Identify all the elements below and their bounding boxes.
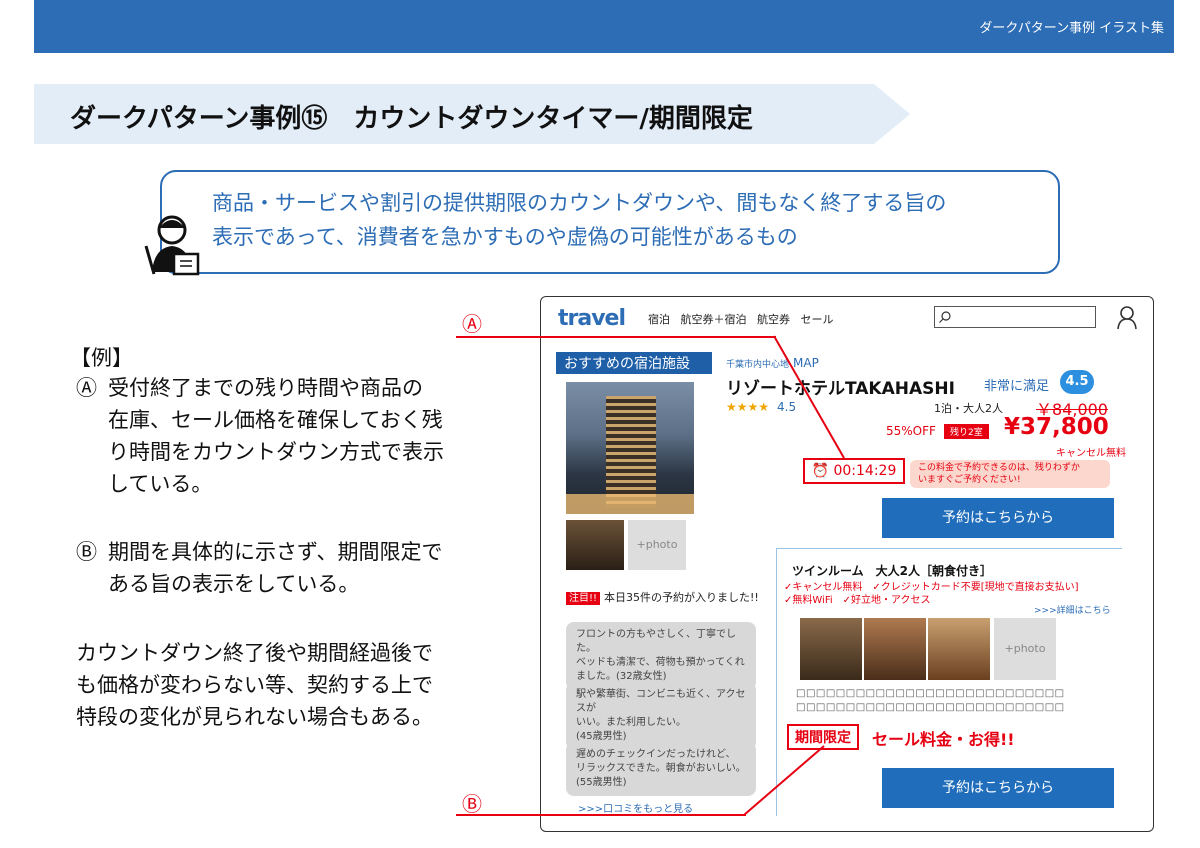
room-photo[interactable]: [800, 618, 862, 680]
user-icon[interactable]: [1116, 304, 1138, 330]
notice-text: 本日35件の予約が入りました!!: [604, 591, 759, 604]
page-title: ダークパターン事例⑮ カウントダウンタイマー/期間限定: [70, 104, 753, 134]
review-card: 駅や繁華街、コンビニも近く、アクセスが いい。また利用したい。 (45歳男性): [566, 682, 756, 750]
definition-line: 商品・サービスや割引の提供期限のカウントダウンや、間もなく終了する旨の: [212, 191, 947, 215]
note-line: も価格が変わらない等、契約する上で: [76, 673, 433, 697]
nav-item[interactable]: 宿泊: [648, 313, 670, 326]
example-line: 受付終了までの残り時間や商品の: [108, 376, 423, 400]
callout-b-label: Ⓑ: [462, 792, 482, 816]
booking-notice: 注目!! 本日35件の予約が入りました!!: [566, 589, 759, 605]
example-line: り時間をカウントダウン方式で表示: [108, 440, 444, 464]
review-line: いい。また利用したい。: [576, 717, 686, 728]
title-arrow: [874, 84, 910, 144]
stars-icon: ★★★★: [726, 400, 770, 414]
notice-badge: 注目!!: [566, 592, 601, 605]
review-line: 遅めのチェックインだったけれど、: [576, 749, 736, 760]
sale-text: セール料金・お得!!: [872, 730, 1015, 749]
hotel-photo[interactable]: [566, 382, 694, 514]
guests-info: 1泊・大人2人: [934, 402, 1003, 415]
recommended-tag: おすすめの宿泊施設: [556, 352, 712, 374]
urgency-line: この料金で予約できるのは、残りわずか: [918, 463, 1080, 473]
callout-a-label: Ⓐ: [462, 312, 482, 336]
room-features: ✓無料WiFi ✓好立地・アクセス: [784, 595, 931, 606]
urgency-line: いますぐご予約ください!: [918, 475, 1021, 485]
satisfaction-label: 非常に満足: [984, 379, 1050, 394]
review-line: 駅や繁華街、コンビニも近く、アクセスが: [576, 689, 746, 714]
nav-item[interactable]: セール: [801, 313, 834, 326]
callout-a-connector: [773, 335, 845, 459]
discount-label: 55%OFF: [886, 424, 936, 438]
search-input[interactable]: [934, 306, 1096, 328]
site-logo[interactable]: travel: [558, 306, 626, 331]
review-card: 遅めのチェックインだったけれど、 リラックスできた。朝食がおいしい。 (55歳男…: [566, 742, 756, 796]
review-line: ベッドも清潔で、荷物も預かってくれ: [576, 657, 745, 668]
definition-text: 商品・サービスや割引の提供期限のカウントダウンや、間もなく終了する旨の 表示であ…: [212, 186, 1052, 254]
details-link[interactable]: >>>詳細はこちら: [1034, 603, 1111, 616]
rooms-left-badge: 残り2室: [944, 424, 989, 439]
room-photo[interactable]: [864, 618, 926, 680]
definition-line: 表示であって、消費者を急かすものや虚偽の可能性があるもの: [212, 225, 798, 249]
series-title: ダークパターン事例 イラスト集: [979, 21, 1164, 36]
more-reviews-link[interactable]: >>>口コミをもっと見る: [578, 800, 693, 815]
example-line: 在庫、セール価格を確保しておく残: [108, 408, 443, 432]
examples-heading: 【例】: [70, 346, 133, 370]
room-title: ツインルーム 大人2人［朝食付き］: [792, 564, 992, 578]
example-line: ある旨の表示をしている。: [108, 572, 360, 596]
site-nav: 宿泊 航空券＋宿泊 航空券 セール: [648, 311, 834, 327]
search-icon: [939, 311, 951, 323]
callout-b-line: [456, 814, 746, 816]
satisfaction-score: 4.5: [1060, 370, 1094, 394]
book-button[interactable]: 予約はこちらから: [882, 768, 1114, 808]
sale-price: ¥37,800: [1004, 414, 1109, 440]
example-a-mark: Ⓐ: [76, 376, 97, 400]
example-line: 期間を具体的に示さず、期間限定で: [108, 540, 443, 564]
example-line: している。: [108, 472, 213, 496]
top-bar: ダークパターン事例 イラスト集: [34, 0, 1174, 53]
example-b-text: 期間を具体的に示さず、期間限定で ある旨の表示をしている。: [108, 536, 508, 600]
person-reading-icon: [144, 215, 200, 276]
example-a-text: 受付終了までの残り時間や商品の 在庫、セール価格を確保しておく残 り時間をカウン…: [108, 372, 508, 500]
callout-b-connector: [743, 745, 825, 816]
note-line: 特段の変化が見られない場合もある。: [76, 705, 433, 729]
nav-item[interactable]: 航空券: [757, 313, 790, 326]
examples-note: カウントダウン終了後や期間経過後で も価格が変わらない等、契約する上で 特段の変…: [76, 637, 496, 733]
placeholder-text: □□□□□□□□□□□□□□□□□□□□□□□□□□□: [796, 688, 1065, 699]
cancel-free-label: キャンセル無料: [1056, 448, 1126, 459]
urgency-message: この料金で予約できるのは、残りわずか いますぐご予約ください!: [910, 460, 1110, 488]
review-line: リラックスできた。朝食がおいしい。: [576, 763, 746, 774]
callout-a-line: [456, 336, 776, 338]
nav-item[interactable]: 航空券＋宿泊: [681, 313, 747, 326]
example-b-mark: Ⓑ: [76, 540, 97, 564]
photo-placeholder[interactable]: +photo: [628, 520, 686, 570]
review-line: フロントの方もやさしく、丁寧でした。: [576, 629, 736, 654]
book-button[interactable]: 予約はこちらから: [882, 498, 1114, 538]
room-photo[interactable]: [928, 618, 990, 680]
photo-placeholder[interactable]: +photo: [994, 618, 1056, 680]
review-line: (55歳男性): [576, 777, 627, 788]
hotel-thumbnail[interactable]: [566, 520, 624, 570]
review-card: フロントの方もやさしく、丁寧でした。 ベッドも清潔で、荷物も預かってくれ ました…: [566, 622, 756, 690]
note-line: カウントダウン終了後や期間経過後で: [76, 641, 433, 665]
placeholder-text: □□□□□□□□□□□□□□□□□□□□□□□□□□□: [796, 702, 1065, 713]
